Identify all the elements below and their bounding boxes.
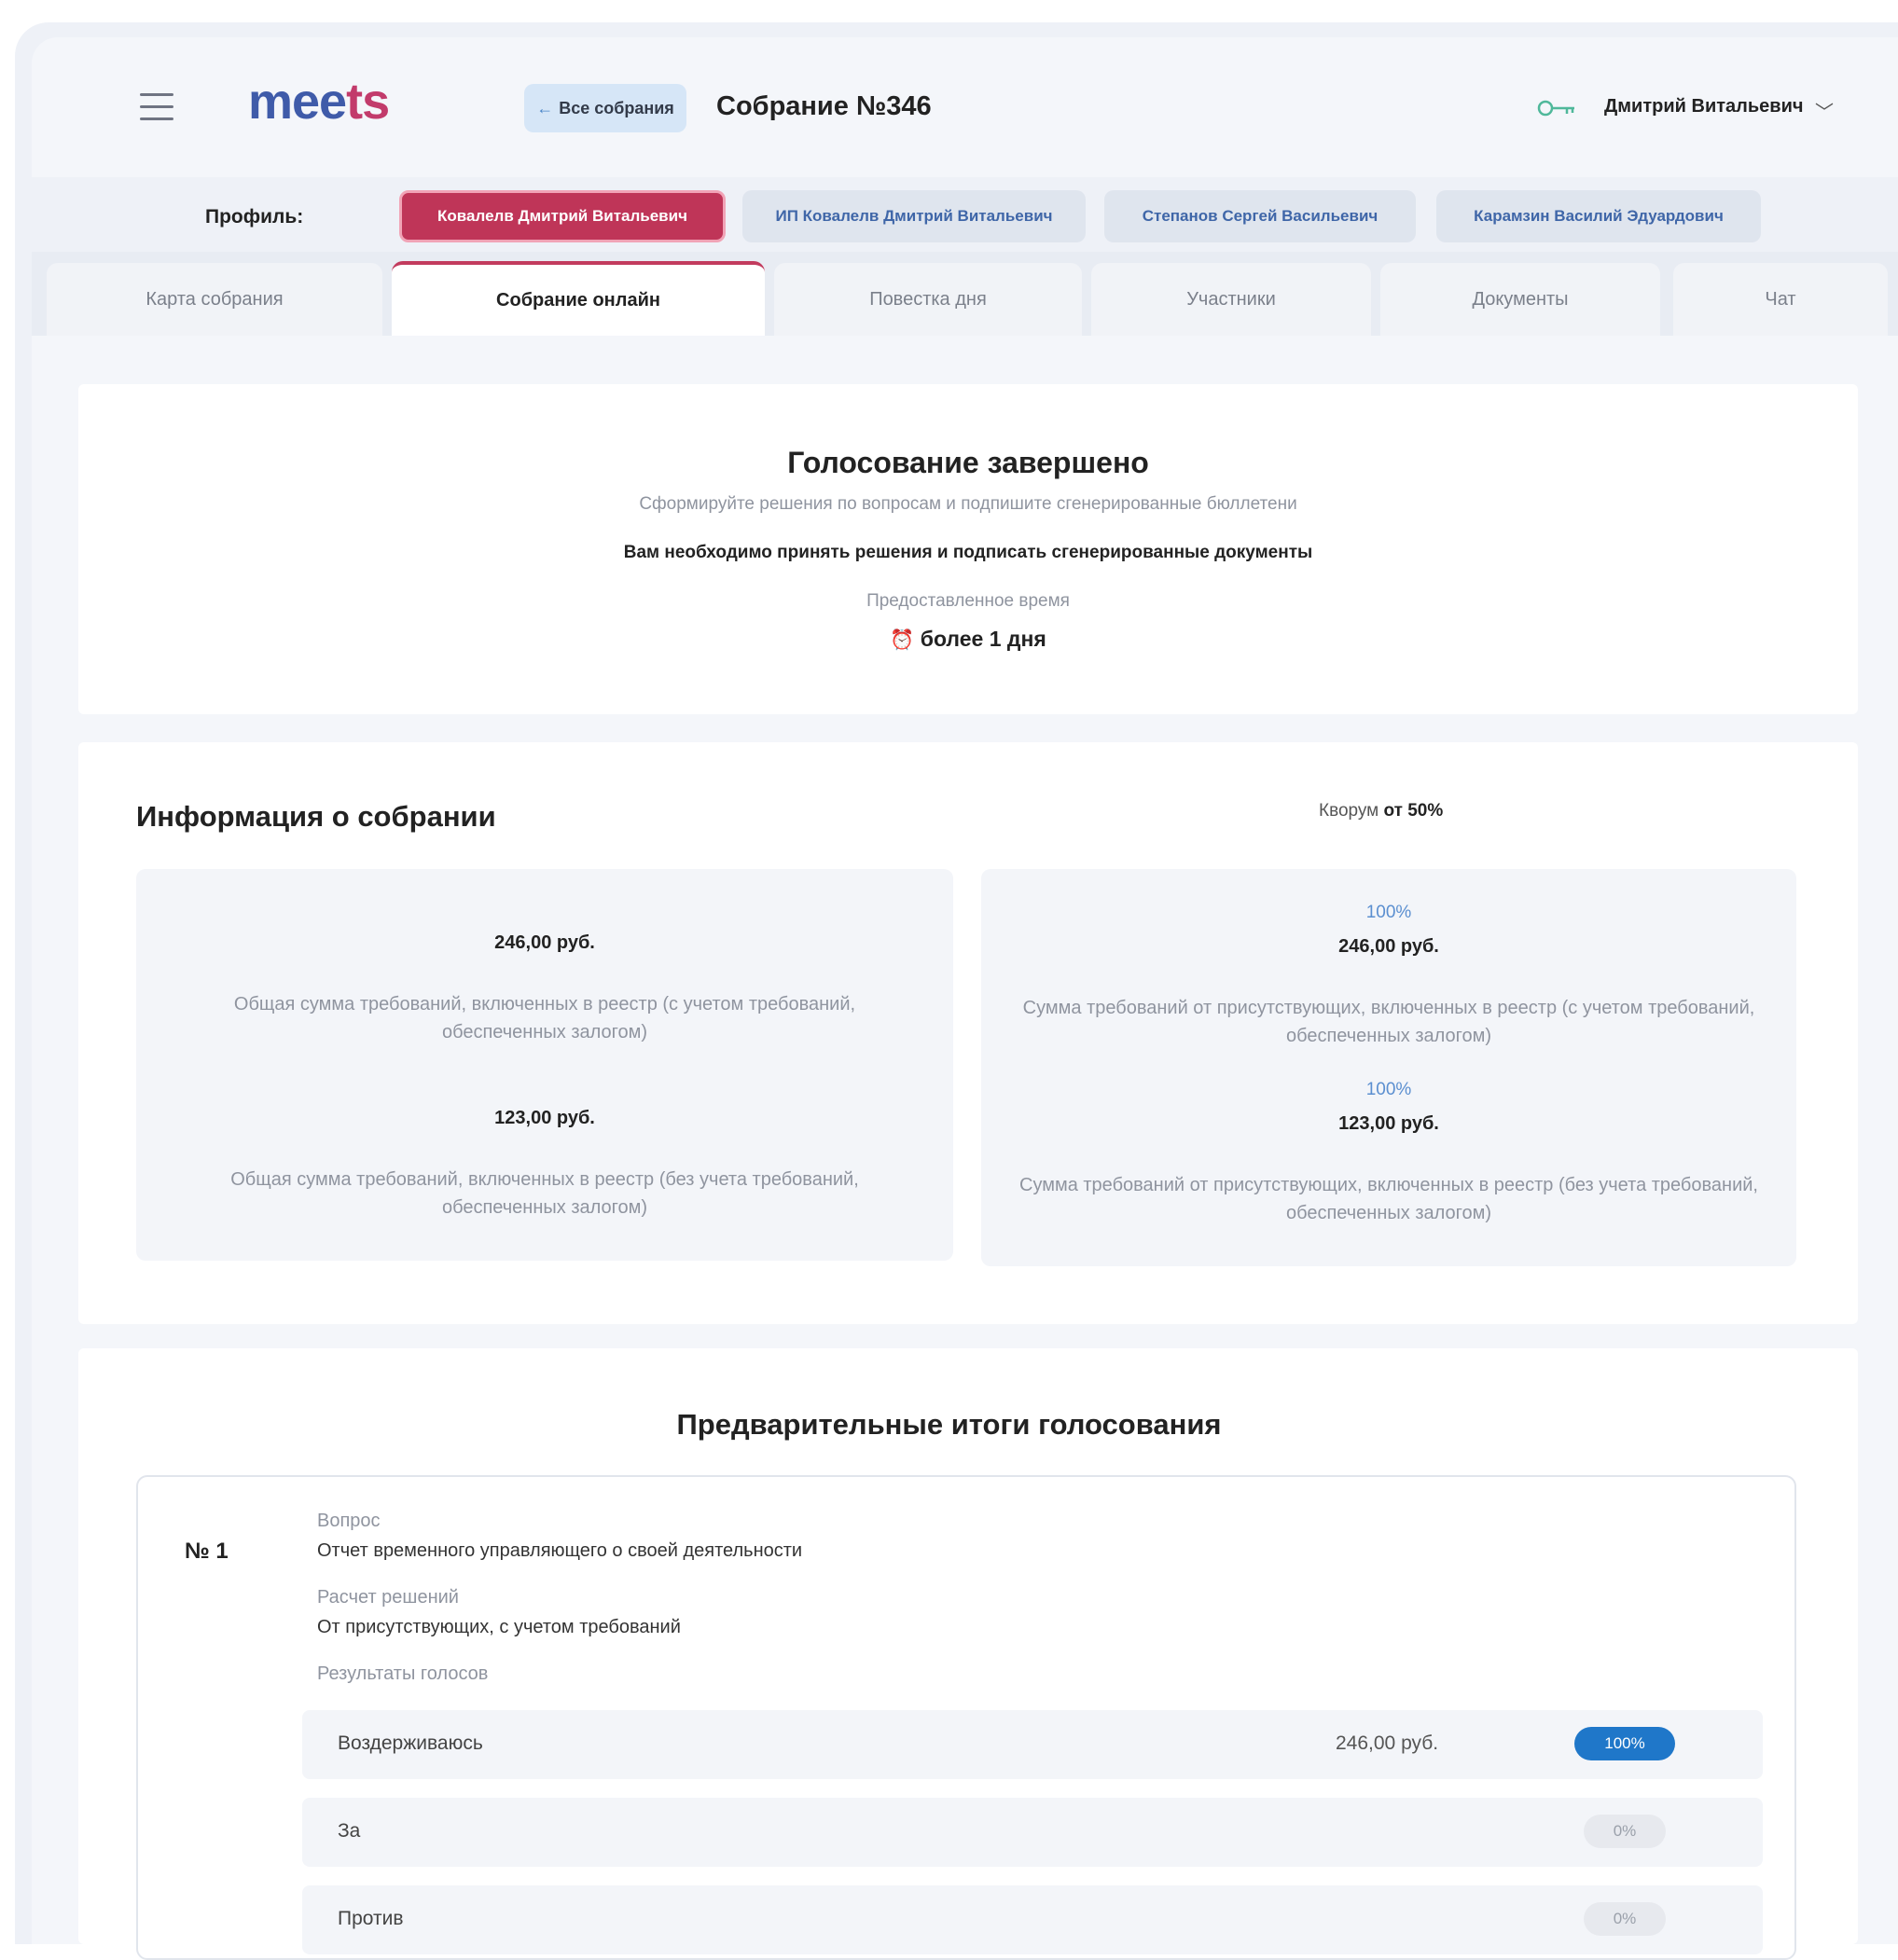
tab-meeting-map[interactable]: Карта собрания: [47, 263, 382, 336]
present-with-pledge-percent: 100%: [1365, 903, 1412, 922]
vote-row-abstain: Воздерживаюсь 246,00 руб. 100%: [302, 1710, 1763, 1779]
time-label: Предоставленное время: [866, 591, 1070, 611]
chevron-down-icon[interactable]: ﹀: [1815, 97, 1834, 124]
status-subtitle: Сформируйте решения по вопросам и подпиш…: [639, 494, 1297, 514]
profile-chip-2[interactable]: ИП Ковалелв Дмитрий Витальевич: [742, 190, 1086, 242]
question-label: Вопрос: [317, 1511, 381, 1531]
quorum: Кворум от 50%: [1319, 801, 1443, 821]
vote-label: Воздерживаюсь: [338, 1732, 483, 1754]
logo-part1: mee: [248, 74, 347, 130]
status-title: Голосование завершено: [787, 446, 1149, 479]
all-meetings-label: Все собрания: [559, 98, 674, 117]
info-box-left: 246,00 руб. Общая сумма требований, вклю…: [136, 869, 953, 1261]
calc-label: Расчет решений: [317, 1587, 459, 1608]
profile-chip-3[interactable]: Степанов Сергей Васильевич: [1104, 190, 1416, 242]
present-with-pledge-desc: Сумма требований от присутствующих, вклю…: [1022, 998, 1755, 1046]
total-without-pledge-amount: 123,00 руб.: [494, 1108, 595, 1128]
profile-label: Профиль:: [205, 206, 304, 228]
total-with-pledge-desc: Общая сумма требований, включенных в рее…: [233, 994, 856, 1042]
present-without-pledge-percent: 100%: [1365, 1080, 1412, 1099]
arrow-left-icon: ←: [536, 98, 554, 117]
vote-sum: 246,00 руб.: [1336, 1732, 1439, 1754]
time-value: более 1 дня: [920, 627, 1046, 651]
status-notice: Вам необходимо принять решения и подписа…: [623, 543, 1313, 562]
user-menu[interactable]: Дмитрий Витальевич: [1604, 96, 1803, 117]
all-meetings-button[interactable]: ← Все собрания: [524, 84, 686, 132]
logo[interactable]: meets: [248, 74, 390, 130]
vote-label: За: [338, 1820, 361, 1842]
vote-label: Против: [338, 1908, 404, 1929]
total-with-pledge-amount: 246,00 руб.: [494, 932, 595, 953]
votes-label: Результаты голосов: [317, 1663, 489, 1684]
menu-icon[interactable]: [140, 93, 173, 121]
alarm-clock-icon: ⏰: [890, 629, 915, 651]
total-without-pledge-desc: Общая сумма требований, включенных в рее…: [230, 1169, 859, 1218]
tab-documents[interactable]: Документы: [1380, 263, 1660, 336]
results-title: Предварительные итоги голосования: [676, 1408, 1222, 1441]
question-number: № 1: [185, 1539, 229, 1564]
present-without-pledge-amount: 123,00 руб.: [1338, 1113, 1439, 1134]
question-text: Отчет временного управляющего о своей де…: [317, 1540, 803, 1561]
calc-text: От присутствующих, с учетом требований: [317, 1617, 681, 1637]
vote-row-for: За 0%: [302, 1798, 1763, 1867]
present-without-pledge-desc: Сумма требований от присутствующих, вклю…: [1019, 1175, 1758, 1223]
quorum-value: от 50%: [1383, 801, 1444, 821]
vote-percent-badge: 0%: [1584, 1902, 1666, 1936]
tab-participants[interactable]: Участники: [1091, 263, 1371, 336]
key-icon[interactable]: [1537, 97, 1576, 119]
info-box-right: 100% 246,00 руб. Сумма требований от при…: [981, 869, 1796, 1266]
tab-chat[interactable]: Чат: [1673, 263, 1888, 336]
time-value-wrap: ⏰ более 1 дня: [78, 627, 1858, 652]
profile-chip-4[interactable]: Карамзин Василий Эдуардович: [1436, 190, 1761, 242]
present-with-pledge-amount: 246,00 руб.: [1338, 936, 1439, 957]
tab-agenda[interactable]: Повестка дня: [774, 263, 1082, 336]
profile-chip-1[interactable]: Ковалелв Дмитрий Витальевич: [399, 190, 726, 242]
quorum-label: Кворум: [1319, 801, 1379, 821]
vote-percent-badge: 0%: [1584, 1815, 1666, 1848]
status-card: Голосование завершено Сформируйте решени…: [78, 384, 1858, 714]
vote-percent-badge: 100%: [1574, 1727, 1675, 1760]
tab-meeting-online[interactable]: Собрание онлайн: [392, 261, 765, 336]
info-title: Информация о собрании: [136, 800, 496, 833]
logo-part2: ts: [346, 74, 390, 130]
page-title: Собрание №346: [716, 91, 932, 121]
